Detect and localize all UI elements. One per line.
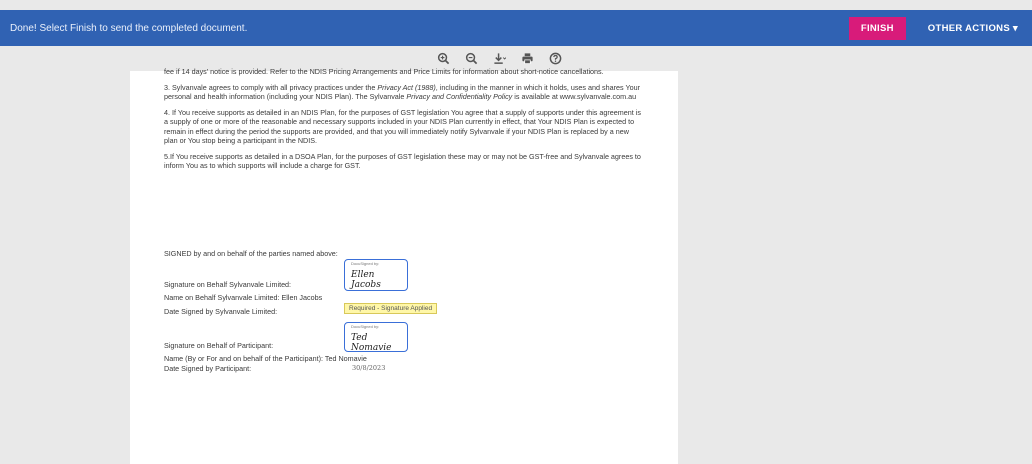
finish-button[interactable]: FINISH	[848, 16, 906, 40]
banner-message: Done! Select Finish to send the complete…	[10, 22, 248, 34]
signature-field-participant[interactable]: DocuSigned by: Ted Nomavie	[344, 322, 408, 353]
docusigned-caption: DocuSigned by:	[351, 324, 380, 329]
date-participant-value: 30/8/2023	[352, 364, 386, 372]
print-icon[interactable]	[520, 51, 534, 65]
signature-participant-label: Signature on Behalf of Participant:	[164, 341, 274, 350]
privacy-policy-text: Privacy and Confidentiality Policy	[406, 92, 513, 101]
zoom-out-icon[interactable]	[464, 51, 478, 65]
signature-sylvanvale-label: Signature on Behalf Sylvanvale Limited:	[164, 280, 292, 289]
docusigned-caption: DocuSigned by:	[351, 261, 380, 266]
privacy-text-start: 3. Sylvanvale agrees to comply with all …	[164, 82, 378, 92]
name-participant-label: Name (By or For and on behalf of the Par…	[164, 354, 367, 363]
privacy-text-end: is available at www.sylvanvale.com.au	[512, 92, 637, 101]
paragraph-gst-ndis: 4. If You receive supports as detailed i…	[164, 107, 641, 146]
document-body: fee if 14 days' notice is provided. Refe…	[164, 67, 644, 177]
help-icon[interactable]	[548, 51, 562, 65]
top-banner: Done! Select Finish to send the complete…	[0, 10, 1032, 46]
document-page: fee if 14 days' notice is provided. Refe…	[130, 67, 678, 464]
name-sylvanvale-label: Name on Behalf Sylvanvale Limited: Ellen…	[164, 293, 323, 302]
zoom-in-icon[interactable]	[436, 51, 450, 65]
paragraph-cancellation: fee if 14 days' notice is provided. Refe…	[164, 67, 604, 76]
paragraph-privacy: 3. Sylvanvale agrees to comply with all …	[164, 83, 644, 102]
viewer-toolbar	[436, 47, 562, 69]
signature-applied-tooltip: Required - Signature Applied	[344, 303, 438, 314]
signature-ted-nomavie: Ted Nomavie	[351, 333, 392, 353]
other-actions-menu[interactable]: OTHER ACTIONS ▾	[928, 23, 1018, 34]
signed-line: SIGNED by and on behalf of the parties n…	[164, 249, 338, 258]
paragraph-gst-dsoa: 5.If You receive supports as detailed in…	[164, 151, 641, 171]
signature-field-sylvanvale[interactable]: DocuSigned by: Ellen Jacobs	[344, 259, 408, 291]
date-participant-label: Date Signed by Participant:	[164, 364, 252, 373]
privacy-act-text: Privacy Act (1988)	[377, 82, 436, 92]
date-sylvanvale-label: Date Signed by Sylvanvale Limited:	[164, 307, 278, 316]
download-icon[interactable]	[492, 51, 506, 65]
signature-ellen-jacobs: Ellen Jacobs	[351, 270, 381, 290]
